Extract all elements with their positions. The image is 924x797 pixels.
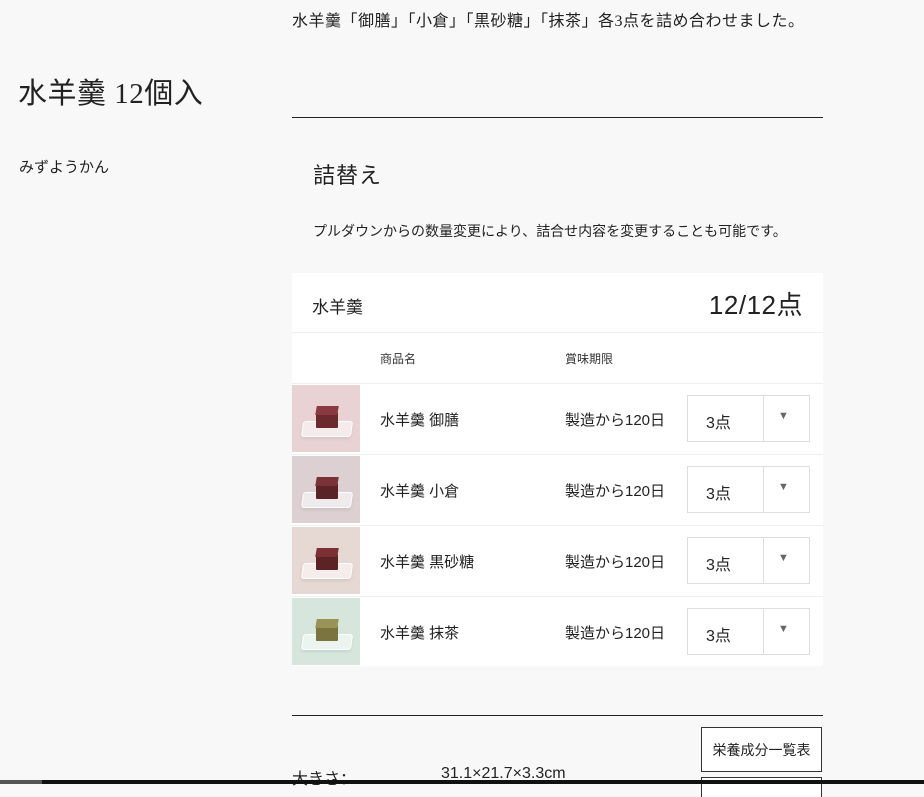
yokan-top xyxy=(315,406,339,415)
item-name: 水羊羹 抹茶 xyxy=(380,625,460,642)
item-name: 水羊羹 小倉 xyxy=(380,483,460,500)
nutrition-table-button[interactable]: 栄養成分一覧表 xyxy=(701,727,822,772)
product-reading: みずようかん xyxy=(19,160,110,176)
set-panel: 水羊羹 12/12点 商品名 賞味期限 水羊羹 御膳 製造から120日 3点 ▼ 水羊羹… xyxy=(292,273,823,666)
divider xyxy=(292,383,823,384)
divider xyxy=(292,117,823,118)
chevron-down-icon[interactable]: ▼ xyxy=(778,410,789,422)
quantity-select[interactable]: 3点 ▼ xyxy=(687,537,810,584)
quantity-select[interactable]: 3点 ▼ xyxy=(687,466,810,513)
yokan-top xyxy=(315,548,339,557)
table-row: 水羊羹 抹茶 製造から120日 3点 ▼ xyxy=(292,596,823,665)
chevron-down-icon[interactable]: ▼ xyxy=(778,623,789,635)
divider xyxy=(292,715,823,716)
divider xyxy=(763,467,764,512)
table-row: 水羊羹 御膳 製造から120日 3点 ▼ xyxy=(292,383,823,452)
yokan-top xyxy=(315,619,339,628)
chevron-down-icon[interactable]: ▼ xyxy=(778,552,789,564)
quantity-value: 3点 xyxy=(706,557,731,574)
yokan-top xyxy=(315,477,339,486)
section-note: プルダウンからの数量変更により、詰合せ内容を変更することも可能です。 xyxy=(313,223,787,239)
item-name: 水羊羹 黒砂糖 xyxy=(380,554,475,571)
divider xyxy=(292,332,823,333)
item-expiry: 製造から120日 xyxy=(565,483,666,500)
table-row: 水羊羹 黒砂糖 製造から120日 3点 ▼ xyxy=(292,525,823,594)
bottom-bar-segment xyxy=(0,780,42,784)
product-thumbnail xyxy=(292,456,360,523)
quantity-value: 3点 xyxy=(706,415,731,432)
divider xyxy=(763,538,764,583)
item-expiry: 製造から120日 xyxy=(565,554,666,571)
divider xyxy=(292,454,823,455)
product-title: 水羊羹 12個入 xyxy=(18,78,204,110)
product-description: 水羊羹「御膳」「小倉」「黒砂糖」「抹茶」各3点を詰め合わせました。 xyxy=(292,13,805,30)
quantity-value: 3点 xyxy=(706,486,731,503)
product-thumbnail xyxy=(292,385,360,452)
quantity-select[interactable]: 3点 ▼ xyxy=(687,395,810,442)
divider xyxy=(292,525,823,526)
bottom-bar xyxy=(0,780,924,784)
column-header-expiry: 賞味期限 xyxy=(565,352,614,366)
divider xyxy=(763,396,764,441)
item-name: 水羊羹 御膳 xyxy=(380,412,460,429)
divider xyxy=(292,596,823,597)
set-name: 水羊羹 xyxy=(312,298,363,317)
section-heading: 詰替え xyxy=(313,163,383,188)
item-expiry: 製造から120日 xyxy=(565,625,666,642)
product-thumbnail xyxy=(292,527,360,594)
chevron-down-icon[interactable]: ▼ xyxy=(778,481,789,493)
item-expiry: 製造から120日 xyxy=(565,412,666,429)
column-header-name: 商品名 xyxy=(380,352,417,366)
set-count: 12/12点 xyxy=(708,290,803,320)
divider xyxy=(763,609,764,654)
table-row: 水羊羹 小倉 製造から120日 3点 ▼ xyxy=(292,454,823,523)
quantity-select[interactable]: 3点 ▼ xyxy=(687,608,810,655)
size-label: 大きさ： xyxy=(292,765,356,789)
quantity-value: 3点 xyxy=(706,628,731,645)
product-thumbnail xyxy=(292,598,360,665)
